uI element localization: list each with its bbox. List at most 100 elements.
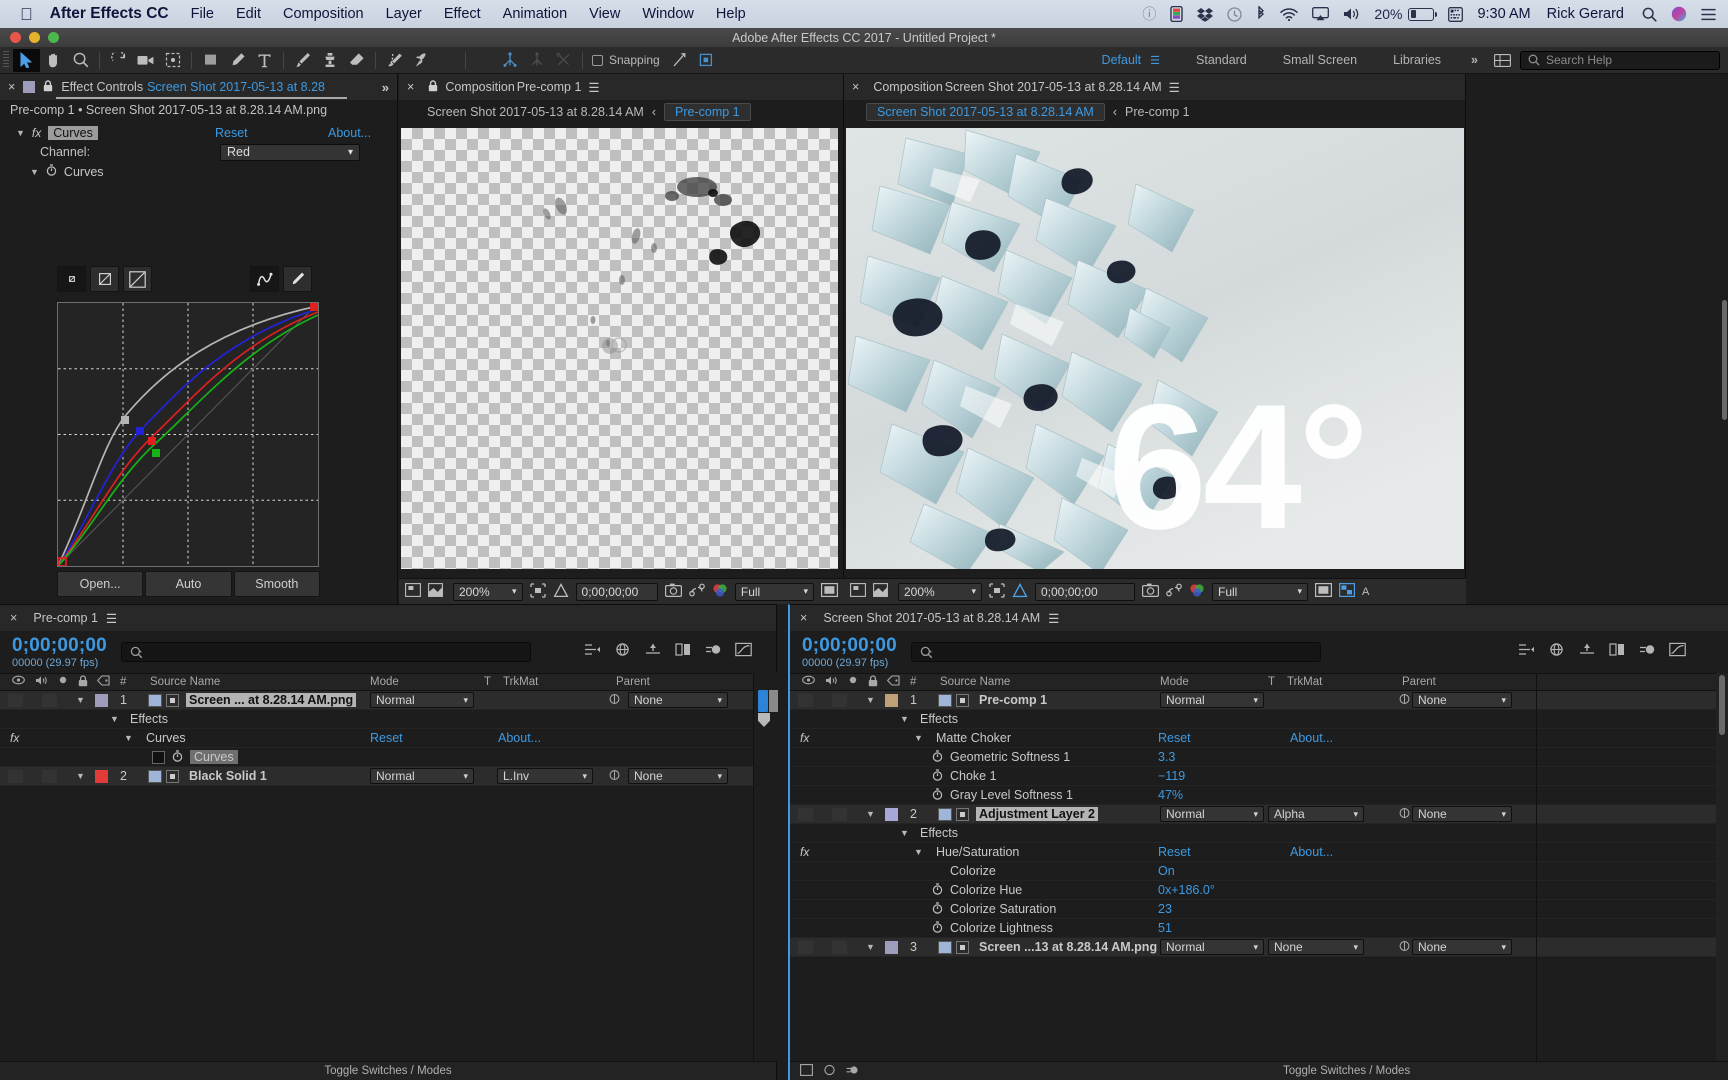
stopwatch-icon[interactable]	[932, 787, 943, 803]
disclosure-triangle-icon[interactable]: ▼	[900, 828, 909, 838]
scrollbar-thumb[interactable]	[1719, 675, 1725, 735]
timeline-track-area-left[interactable]	[753, 673, 778, 1061]
chevron-double-right-icon[interactable]: »	[382, 80, 389, 95]
column-number[interactable]: #	[120, 676, 126, 688]
disclosure-triangle-icon[interactable]: ▼	[914, 847, 923, 857]
timecode-block[interactable]: 0;00;00;00 00000 (29.97 fps)	[12, 635, 107, 669]
composition-mini-flowchart-icon[interactable]	[584, 642, 601, 662]
parent-pick-whip-icon[interactable]	[1398, 807, 1411, 822]
timeline-track-area-right[interactable]	[1536, 673, 1560, 1061]
timeline-property-row[interactable]: Colorize Saturation 23	[790, 900, 1728, 919]
parent-select[interactable]: None ▾	[1412, 692, 1512, 708]
eye-icon[interactable]	[802, 675, 815, 690]
app-name-menu[interactable]: After Effects CC	[50, 5, 169, 23]
siri-icon[interactable]	[1671, 6, 1687, 22]
transparency-grid-icon[interactable]	[553, 582, 569, 601]
effect-name[interactable]: Hue/Saturation	[936, 845, 1019, 859]
track-matte-select[interactable]: Alpha ▾	[1268, 806, 1364, 822]
solo-icon[interactable]	[848, 675, 858, 690]
roto-brush-tool[interactable]	[381, 49, 408, 72]
bluetooth-icon[interactable]	[1256, 6, 1266, 22]
disclosure-triangle-icon[interactable]: ▼	[914, 733, 923, 743]
show-snapshot-icon[interactable]	[1166, 583, 1182, 600]
reset-link[interactable]: Reset	[215, 126, 248, 140]
effect-controls-tab[interactable]: × Effect Controls Screen Shot 2017-05-13…	[0, 74, 397, 100]
layer-name[interactable]: Black Solid 1	[186, 769, 270, 783]
eraser-tool[interactable]	[343, 49, 370, 72]
parent-select[interactable]: None ▾	[1412, 806, 1512, 822]
label-color-swatch[interactable]	[95, 769, 108, 783]
channel-icon[interactable]	[712, 583, 728, 600]
timeline-property-row[interactable]: Colorize Lightness 51	[790, 919, 1728, 938]
column-parent[interactable]: Parent	[616, 676, 650, 688]
lock-icon[interactable]	[428, 79, 438, 95]
quality-select[interactable]: Full ▾	[1212, 582, 1308, 601]
effect-name[interactable]: Matte Choker	[936, 731, 1011, 745]
menu-icon[interactable]: ☰	[588, 80, 599, 95]
close-icon[interactable]: ×	[852, 80, 859, 94]
volume-icon[interactable]	[1343, 7, 1360, 21]
lock-toggle[interactable]	[832, 693, 847, 707]
label-color-swatch[interactable]	[885, 693, 898, 707]
parent-select[interactable]: None ▾	[1412, 939, 1512, 955]
menu-icon[interactable]: ☰	[1048, 611, 1059, 626]
menu-help[interactable]: Help	[716, 6, 746, 22]
snapshot-icon[interactable]	[664, 583, 682, 600]
timeline-effects-group-row[interactable]: ▼ Effects	[790, 824, 1728, 843]
quality-switch-icon[interactable]	[166, 769, 179, 783]
column-source-name[interactable]: Source Name	[150, 676, 220, 688]
current-timecode[interactable]: 0;00;00;00	[802, 635, 897, 657]
timecode-field[interactable]: 0;00;00;00	[575, 582, 658, 601]
parent-select[interactable]: None ▾	[628, 692, 728, 708]
clone-stamp-tool[interactable]	[316, 49, 343, 72]
quality-select[interactable]: Full ▾	[734, 582, 814, 601]
puppet-pin-tool[interactable]	[408, 49, 435, 72]
menubar-user[interactable]: Rick Gerard	[1547, 6, 1624, 22]
pan-behind-tool[interactable]	[159, 49, 186, 72]
stopwatch-icon[interactable]	[932, 882, 943, 898]
workspace-libraries[interactable]: Libraries	[1375, 47, 1459, 74]
layer-name[interactable]: Screen ... at 8.28.14 AM.png	[186, 693, 357, 707]
workspace-overflow[interactable]: »	[1459, 47, 1490, 74]
breadcrumb-active[interactable]: Pre-comp 1	[664, 103, 751, 121]
current-time-indicator[interactable]	[758, 713, 770, 727]
eye-toggle[interactable]	[798, 940, 813, 954]
parent-select[interactable]: None ▾	[628, 768, 728, 784]
view-mode-icon[interactable]	[1315, 583, 1333, 600]
menu-icon[interactable]: ☰	[106, 611, 117, 626]
stopwatch-icon[interactable]	[932, 901, 943, 917]
breadcrumb-parent[interactable]: Screen Shot 2017-05-13 at 8.28.14 AM	[427, 105, 644, 119]
effect-name[interactable]: Curves	[48, 125, 98, 140]
frame-blend-icon[interactable]	[1609, 642, 1626, 662]
region-of-interest-icon[interactable]	[529, 582, 546, 601]
curve-linear-mode-icon[interactable]	[123, 266, 152, 292]
property-value[interactable]: 23	[1158, 902, 1172, 916]
parent-pick-whip-icon[interactable]	[608, 693, 621, 708]
timeline-layer-row[interactable]: ▼ 1 Pre-comp 1 Normal ▾ None ▾	[790, 691, 1728, 710]
motion-blur-icon[interactable]	[1639, 642, 1656, 662]
stopwatch-icon[interactable]	[932, 749, 943, 765]
timeline-property-row[interactable]: Colorize Hue 0x+186.0°	[790, 881, 1728, 900]
property-value[interactable]: 51	[1158, 921, 1172, 935]
timeline-property-row[interactable]: Choke 1 −119	[790, 767, 1728, 786]
snapping-checkbox[interactable]	[592, 54, 603, 66]
disclosure-triangle-icon[interactable]: ▼	[110, 714, 119, 724]
timecode-field[interactable]: 0;00;00;00	[1035, 582, 1135, 601]
workspace-default[interactable]: Default ☰	[1084, 47, 1178, 74]
label-icon[interactable]	[96, 675, 110, 689]
work-area-start-marker[interactable]	[758, 690, 768, 712]
property-name[interactable]: Curves	[190, 750, 238, 764]
timemachine-icon[interactable]	[1227, 6, 1243, 22]
stopwatch-icon[interactable]	[46, 164, 57, 179]
mask-icon[interactable]	[428, 583, 443, 600]
column-source-name[interactable]: Source Name	[940, 676, 1010, 688]
about-link[interactable]: About...	[328, 126, 371, 140]
track-matte-select[interactable]: None ▾	[1268, 939, 1364, 955]
workspace-small-screen[interactable]: Small Screen	[1265, 47, 1375, 74]
quality-switch-icon[interactable]	[166, 693, 179, 707]
curves-group-row[interactable]: ▼ Curves	[0, 162, 397, 181]
composition-mini-flowchart-icon[interactable]	[1518, 642, 1535, 662]
rig-tool[interactable]	[496, 49, 523, 72]
search-icon[interactable]	[1642, 7, 1657, 22]
close-icon[interactable]: ×	[800, 611, 807, 625]
